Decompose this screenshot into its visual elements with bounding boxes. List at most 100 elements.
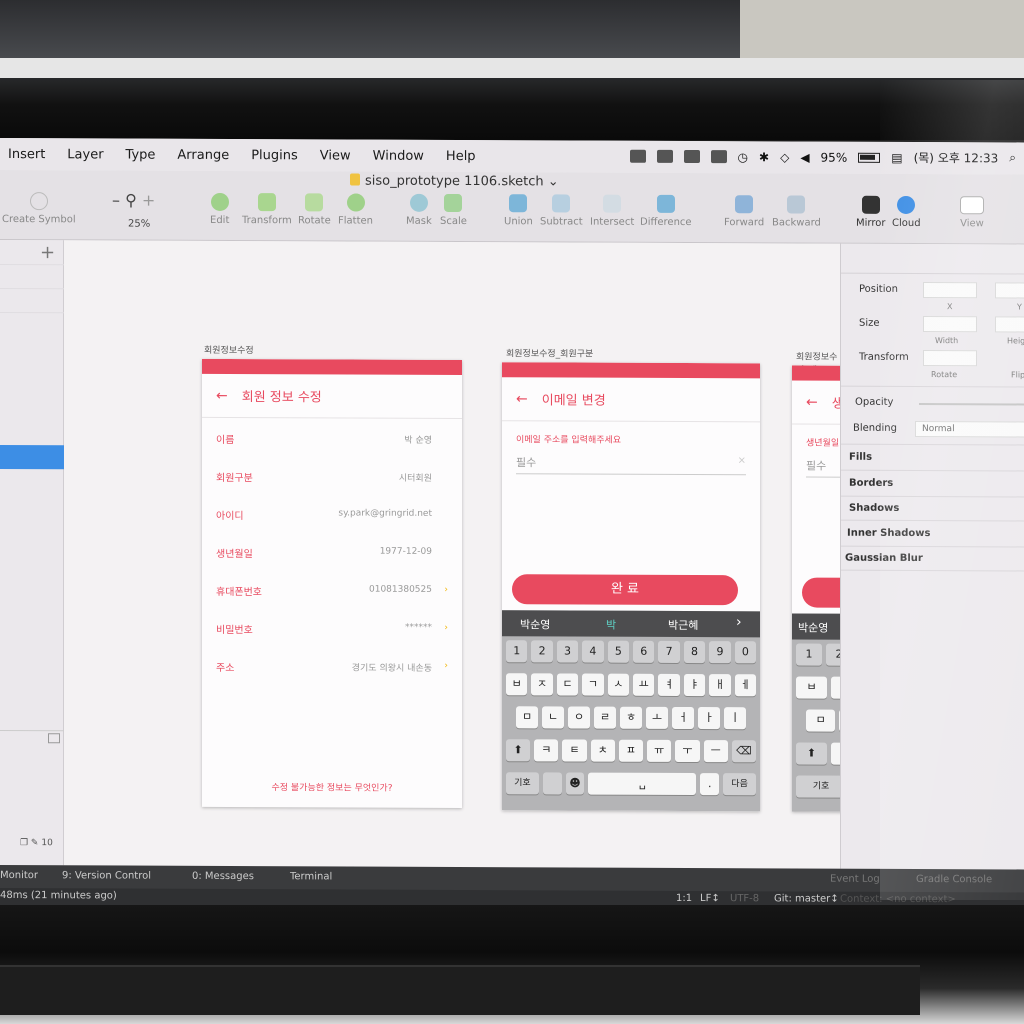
period-key[interactable]: .	[700, 773, 720, 796]
back-arrow-icon[interactable]: ←	[216, 387, 228, 403]
suggestion-item[interactable]: 박순영	[798, 619, 828, 635]
subtract-button[interactable]: Subtract	[540, 194, 583, 228]
shift-key[interactable]: ⬆	[796, 742, 827, 765]
opacity-slider[interactable]	[919, 403, 1024, 406]
chevron-right-icon[interactable]: ›	[736, 614, 742, 630]
line-separator[interactable]: LF↕	[700, 893, 720, 904]
view-button[interactable]: View	[960, 196, 984, 229]
mask-button[interactable]: Mask	[406, 193, 432, 227]
next-key[interactable]: 다음	[723, 773, 757, 796]
key[interactable]: ㅕ	[658, 673, 680, 696]
key[interactable]: ㅡ	[703, 740, 728, 763]
rotate-button[interactable]: Rotate	[298, 193, 331, 226]
monitor-tab[interactable]: Monitor	[0, 870, 38, 881]
adobe-icon[interactable]	[629, 149, 646, 163]
key[interactable]: ㅔ	[734, 674, 757, 697]
key[interactable]: ㅁ	[806, 709, 836, 732]
key[interactable]: ㅈ	[531, 673, 553, 696]
zoom-in-button[interactable]: +	[142, 191, 155, 210]
key[interactable]: ㅂ	[506, 673, 528, 696]
key[interactable]: ㅇ	[568, 706, 590, 729]
key[interactable]: ㅠ	[647, 739, 672, 762]
blending-select[interactable]: Normal	[915, 420, 1024, 438]
emoji-key[interactable]: ☻	[565, 772, 585, 795]
cursor-position[interactable]: 1:1	[676, 893, 692, 904]
key[interactable]: ㅅ	[607, 673, 630, 696]
key[interactable]: 4	[582, 640, 604, 663]
menu-layer[interactable]: Layer	[67, 147, 103, 162]
width-field[interactable]	[923, 316, 977, 333]
artboard-profile-edit[interactable]: ← 회원 정보 수정 이름 박 순영 회원구분 시터회원 아이디 sy.park…	[202, 358, 462, 809]
key[interactable]: 1	[506, 640, 528, 663]
key[interactable]: ㅌ	[562, 739, 587, 762]
evernote-icon[interactable]	[656, 149, 673, 163]
backspace-key[interactable]: ⌫	[731, 740, 756, 763]
symbols-key[interactable]: 기호	[506, 772, 539, 795]
key[interactable]: ㄹ	[594, 706, 616, 729]
key[interactable]: 2	[531, 640, 553, 663]
done-button[interactable]: 완 료	[512, 574, 738, 606]
mirror-button[interactable]: Mirror	[856, 195, 885, 229]
forward-button[interactable]: Forward	[724, 195, 764, 228]
field-password[interactable]: 비밀번호 ****** ›	[216, 621, 452, 642]
intersect-button[interactable]: Intersect	[590, 194, 634, 228]
terminal-tab[interactable]: Terminal	[290, 871, 332, 882]
canvas[interactable]: 회원정보수정 ← 회원 정보 수정 이름 박 순영 회원구분 시터회원 아이디 …	[64, 240, 852, 869]
key[interactable]: ㅎ	[620, 706, 642, 729]
rotate-field[interactable]	[923, 350, 977, 367]
key[interactable]: ㅓ	[672, 706, 694, 730]
space-key[interactable]: ␣	[588, 772, 697, 796]
shift-key[interactable]: ⬆	[506, 739, 531, 762]
messages-tab[interactable]: 0: Messages	[192, 871, 254, 882]
key[interactable]: ㄷ	[556, 673, 579, 696]
key[interactable]: 3	[556, 640, 579, 663]
chevron-right-icon[interactable]: ›	[444, 661, 448, 671]
key[interactable]: ㅛ	[633, 673, 655, 696]
key[interactable]: ㅋ	[534, 739, 559, 762]
key[interactable]: ㄴ	[542, 706, 564, 729]
key[interactable]: ㅗ	[646, 706, 668, 729]
back-arrow-icon[interactable]: ←	[806, 394, 818, 410]
artboard-email-change[interactable]: ← 이메일 변경 이메일 주소를 입력해주세요 필수 × 완 료 박순영 박 박…	[502, 362, 760, 812]
clipboard-icon[interactable]	[710, 150, 727, 164]
back-arrow-icon[interactable]: ←	[516, 391, 528, 407]
menu-arrange[interactable]: Arrange	[177, 147, 229, 162]
zoom-control[interactable]: – ⚲ +	[112, 190, 155, 209]
event-log-tab[interactable]: Event Log	[830, 874, 880, 885]
page-row[interactable]	[0, 264, 64, 289]
field-phone[interactable]: 휴대폰번호 01081380525 ›	[216, 583, 452, 604]
collapse-icon[interactable]	[48, 733, 60, 744]
gradle-console-tab[interactable]: Gradle Console	[916, 874, 992, 885]
battery-icon[interactable]	[858, 152, 881, 163]
language-key[interactable]	[542, 772, 562, 795]
key[interactable]: ㅜ	[675, 739, 700, 763]
git-branch[interactable]: Git: master↕	[774, 893, 839, 904]
key[interactable]: 5	[607, 640, 630, 663]
key[interactable]: ㅍ	[618, 739, 644, 762]
union-button[interactable]: Union	[504, 194, 533, 227]
flag-icon[interactable]: ▤	[891, 150, 902, 164]
inner-shadows-section[interactable]: Inner Shadows	[847, 528, 930, 539]
key[interactable]: ㅊ	[590, 739, 615, 762]
suggestion-item[interactable]: 박근혜	[668, 617, 698, 633]
zoom-out-button[interactable]: –	[112, 190, 120, 209]
height-field[interactable]	[995, 316, 1024, 333]
key[interactable]: ㄱ	[582, 673, 604, 696]
scale-button[interactable]: Scale	[440, 193, 467, 227]
email-field[interactable]: 필수 ×	[516, 450, 746, 476]
key[interactable]: ㅐ	[709, 674, 731, 697]
flatten-button[interactable]: Flatten	[338, 193, 373, 227]
position-y-field[interactable]	[995, 282, 1024, 299]
uneditable-info-link[interactable]: 수정 불가능한 정보는 무엇인가?	[202, 780, 462, 794]
clock[interactable]: (목) 오후 12:33	[914, 149, 999, 166]
suggestion-item[interactable]: 박	[606, 617, 616, 633]
time-machine-icon[interactable]: ◷	[738, 150, 748, 164]
create-symbol-button[interactable]: Create Symbol	[2, 192, 76, 225]
clear-icon[interactable]: ×	[738, 455, 746, 466]
key[interactable]: 1	[796, 643, 822, 666]
key[interactable]: ㅏ	[698, 707, 720, 730]
chat-icon[interactable]	[683, 149, 700, 164]
cloud-button[interactable]: Cloud	[892, 195, 921, 229]
fills-section[interactable]: Fills	[849, 452, 872, 463]
menu-view[interactable]: View	[320, 148, 351, 163]
